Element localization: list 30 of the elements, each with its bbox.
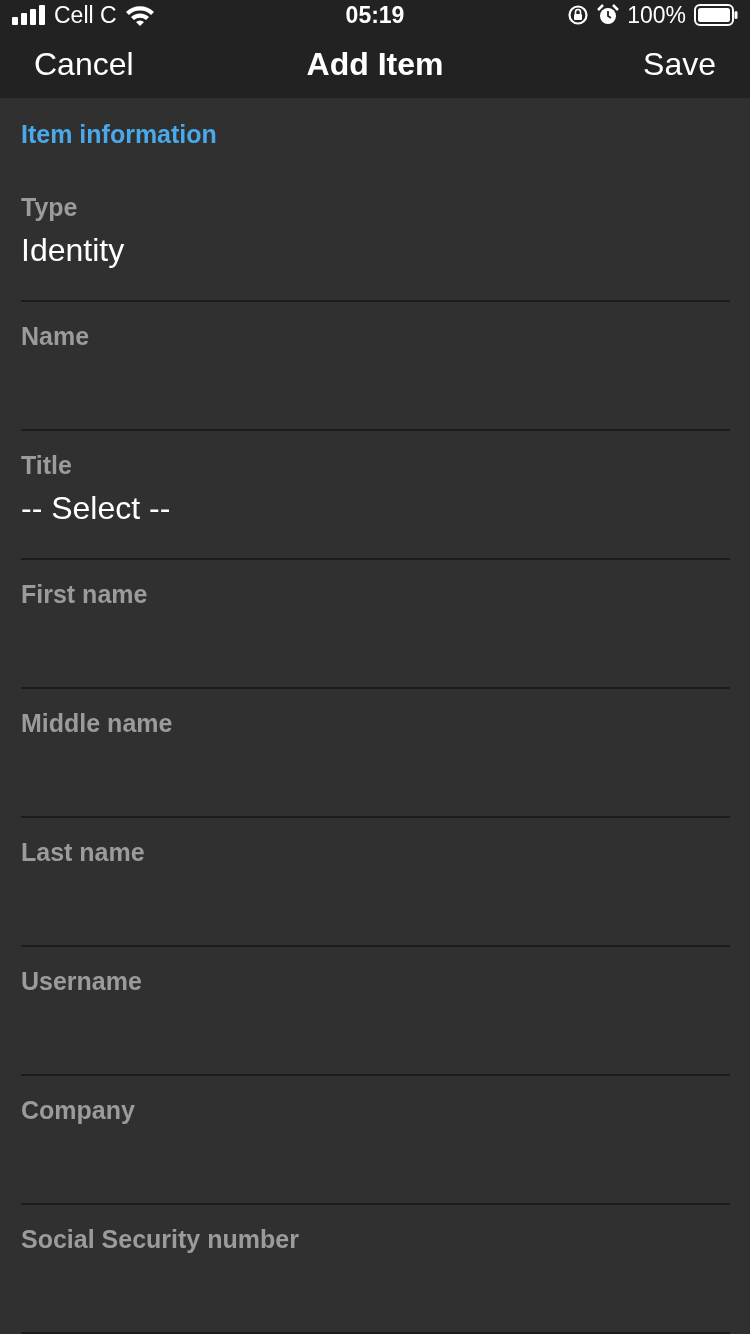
select-field[interactable]: -- Select -- bbox=[21, 490, 171, 527]
save-button[interactable]: Save bbox=[629, 37, 730, 91]
wifi-icon bbox=[124, 4, 155, 27]
battery-percent: 100% bbox=[627, 1, 686, 29]
battery-icon bbox=[694, 4, 738, 27]
text-field[interactable]: Username bbox=[21, 947, 730, 1076]
text-field[interactable]: Company bbox=[21, 1076, 730, 1205]
field-label: Username bbox=[21, 967, 143, 996]
field-label: Last name bbox=[21, 838, 146, 867]
field-label: Type bbox=[21, 193, 79, 222]
rotation-lock-icon bbox=[567, 4, 590, 27]
clock-time: 05:19 bbox=[345, 1, 405, 29]
field-label: First name bbox=[21, 580, 149, 609]
field-label: Name bbox=[21, 322, 91, 351]
text-field[interactable]: Middle name bbox=[21, 689, 730, 818]
section-header: Item information bbox=[21, 119, 218, 150]
carrier-name: Cell C bbox=[54, 1, 117, 29]
field-label: Middle name bbox=[21, 709, 174, 738]
text-field[interactable]: Last name bbox=[21, 818, 730, 947]
field-label: Social Security number bbox=[21, 1225, 300, 1254]
field-label: Company bbox=[21, 1096, 136, 1125]
text-field[interactable]: Name bbox=[21, 302, 730, 431]
signal-icon bbox=[12, 5, 46, 26]
alarm-clock-icon bbox=[597, 4, 620, 27]
text-field[interactable]: First name bbox=[21, 560, 730, 689]
page-title: Add Item bbox=[306, 45, 444, 83]
select-field[interactable]: Identity bbox=[21, 232, 125, 269]
cancel-button[interactable]: Cancel bbox=[20, 37, 148, 91]
text-field[interactable]: Social Security number bbox=[21, 1205, 730, 1334]
field-label: Title bbox=[21, 451, 73, 480]
